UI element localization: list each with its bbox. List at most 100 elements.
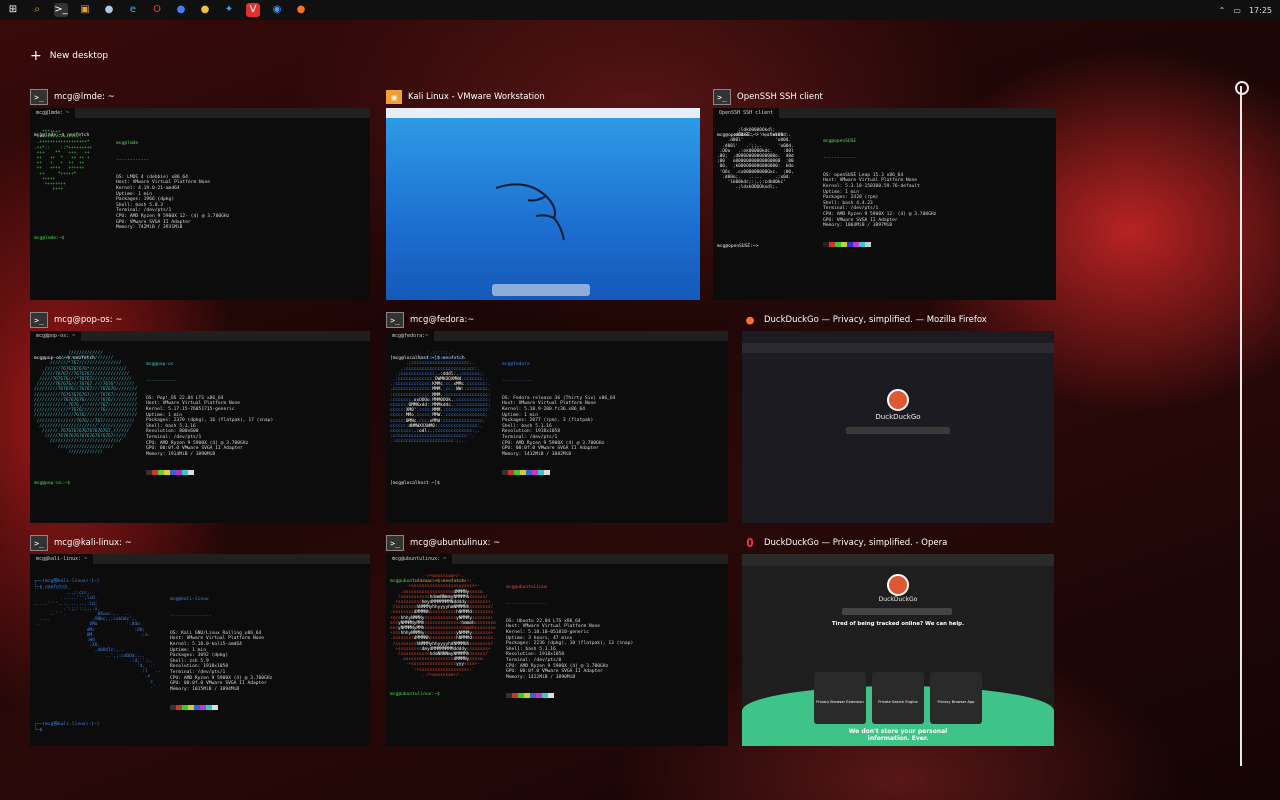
vmware-icon: ▣: [386, 90, 402, 104]
window-title: mcg@lmde: ~: [54, 92, 115, 102]
vmware-icon[interactable]: ▣: [78, 3, 92, 17]
window-kali-linux[interactable]: >_ mcg@kali-linux: ~ mcg@kali-linux: ~ ┌…: [30, 534, 370, 748]
timeline-knob[interactable]: [1235, 81, 1249, 95]
ddg-search-input[interactable]: [846, 427, 950, 434]
window-header: ▣ Kali Linux - VMware Workstation: [386, 88, 545, 106]
info-header: mcg@openSUSE: [823, 139, 857, 145]
terminal-icon: >_: [30, 89, 48, 105]
distro-logo: .............. ..,;:ccc,. ......''';lxO.…: [34, 586, 161, 690]
info-header: mcg@lmde: [116, 141, 139, 147]
window-thumbnail[interactable]: OpenSSH SSH client mcg@openSUSE:~> neofe…: [713, 108, 1056, 300]
window-opera-ddg[interactable]: O DuckDuckGo — Privacy, simplified. - Op…: [742, 534, 1054, 748]
kali-desktop: [386, 118, 700, 300]
timeline-track[interactable]: [1240, 86, 1242, 766]
terminal-body: mcg@lmde:~$ neofetch .***++++ ++++++++++…: [30, 118, 370, 241]
taskbar-icons: ⊞ ⌕ >_ ▣ ● e O ● ● ✦ V ◉ ●: [0, 3, 312, 17]
window-thumbnail[interactable]: mcg@lmde: ~ mcg@lmde:~$ neofetch .***+++…: [30, 108, 370, 300]
new-desktop-button[interactable]: + New desktop: [30, 48, 109, 64]
info-header: mcg@ubuntulinux: [506, 585, 548, 591]
window-thumbnail[interactable]: [386, 108, 700, 300]
terminal-tabbar: mcg@ubuntulinux: ~: [386, 554, 728, 564]
window-thumbnail[interactable]: mcg@pop-os: ~ mcg@pop-os:~$ neofetch ///…: [30, 331, 370, 523]
terminal-tabbar: mcg@kali-linux: ~: [30, 554, 370, 564]
terminal-prompt: mcg@openSUSE:~>: [717, 244, 759, 249]
window-openssh[interactable]: >_ OpenSSH SSH client OpenSSH SSH client…: [713, 88, 1056, 302]
window-title: mcg@pop-os: ~: [54, 315, 123, 325]
opera-icon[interactable]: O: [150, 3, 164, 17]
info-header: mcg@kali-linux: [170, 597, 209, 603]
chevron-up-icon[interactable]: ⌃: [1219, 6, 1226, 15]
window-thumbnail[interactable]: mcg@kali-linux: ~ ┌──(mcg㉿kali-linux)-[~…: [30, 554, 370, 746]
monitor-icon[interactable]: ▭: [1233, 6, 1241, 15]
blue-bird-icon[interactable]: ✦: [222, 3, 236, 17]
vivaldi-icon[interactable]: V: [246, 3, 260, 17]
info-lines: OS: LMDE 4 (debbie) x86_64 Host: VMware …: [116, 174, 230, 231]
safari-icon[interactable]: ◉: [270, 3, 284, 17]
search-icon[interactable]: ⌕: [30, 3, 44, 17]
firefox-dev-icon[interactable]: ●: [174, 3, 188, 17]
firefox-icon[interactable]: ●: [294, 3, 308, 17]
chrome-circle-icon[interactable]: ●: [102, 3, 116, 17]
kali-dragon-logo: [495, 183, 565, 241]
window-thumbnail[interactable]: DuckDuckGo Tired of being tracked online…: [742, 554, 1054, 746]
window-title: mcg@fedora:~: [410, 315, 475, 325]
window-header: >_ mcg@lmde: ~: [30, 88, 115, 106]
window-thumbnail[interactable]: DuckDuckGo: [742, 331, 1054, 523]
ddg-card[interactable]: Private Search Engine: [872, 672, 924, 724]
color-palette: [170, 705, 272, 711]
info-lines: OS: Ubuntu 22.04 LTS x86_64 Host: VMware…: [506, 618, 634, 680]
system-info: mcg@fedora ----------- OS: Fedora releas…: [502, 351, 615, 487]
terminal-prompt: mcg@ubuntulinux:~$: [390, 692, 440, 697]
window-header: O DuckDuckGo — Privacy, simplified. - Op…: [742, 534, 947, 552]
opera-tabbar: [742, 554, 1054, 566]
terminal-body: mcg@pop-os:~$ neofetch ///////////// ///…: [30, 341, 370, 486]
terminal-icon[interactable]: >_: [54, 3, 68, 17]
system-info: mcg@ubuntulinux --------------- OS: Ubun…: [506, 574, 633, 710]
info-header: mcg@fedora: [502, 362, 530, 368]
info-lines: OS: Kali GNU/Linux Rolling x86_64 Host: …: [170, 630, 273, 692]
new-desktop-label: New desktop: [49, 51, 109, 61]
terminal-prompt: [mcg@localhost ~]$: [390, 481, 440, 486]
window-pop-os[interactable]: >_ mcg@pop-os: ~ mcg@pop-os: ~ mcg@pop-o…: [30, 311, 370, 525]
duckduckgo-logo-icon: [887, 389, 909, 411]
window-firefox-ddg[interactable]: ● DuckDuckGo — Privacy, simplified. — Mo…: [742, 311, 1054, 525]
ddg-search-input[interactable]: [842, 608, 952, 615]
terminal-icon: >_: [713, 89, 731, 105]
system-info: mcg@pop-os ----------- OS: Pop!_OS 22.04…: [146, 351, 273, 487]
ddg-card[interactable]: Privacy Browser Extension: [814, 672, 866, 724]
window-thumbnail[interactable]: mcg@fedora:~ [mcg@localhost ~]$ neofetch…: [386, 331, 728, 523]
window-header: >_ mcg@fedora:~: [386, 311, 474, 329]
yellow-app-icon[interactable]: ●: [198, 3, 212, 17]
terminal-tab: OpenSSH SSH client: [713, 108, 780, 118]
distro-logo: ;ldkO0000Okdl; .;d00xl:,'''',:lxk00d;. .…: [717, 128, 794, 191]
window-thumbnail[interactable]: mcg@ubuntulinux: ~ mcg@ubuntulinux:~$ ne…: [386, 554, 728, 746]
window-kali-vmware[interactable]: ▣ Kali Linux - VMware Workstation: [386, 88, 700, 302]
system-info: mcg@openSUSE ------------ OS: openSUSE L…: [823, 128, 936, 258]
system-info: mcg@lmde ------------ OS: LMDE 4 (debbie…: [116, 141, 230, 231]
windows-start-icon[interactable]: ⊞: [6, 3, 20, 17]
window-title: mcg@ubuntulinux: ~: [410, 538, 501, 548]
firefox-tabbar: [742, 331, 1054, 343]
terminal-body: [mcg@localhost ~]$ neofetch .',;::::;,'.…: [386, 341, 728, 486]
window-header: >_ OpenSSH SSH client: [713, 88, 823, 106]
window-header: >_ mcg@kali-linux: ~: [30, 534, 132, 552]
distro-logo: ///////////// ///////////////////// ////…: [34, 351, 138, 455]
clock-time[interactable]: 17:25: [1249, 6, 1272, 15]
terminal-icon: >_: [30, 312, 48, 328]
plus-icon: +: [30, 48, 42, 64]
ddg-card[interactable]: Privacy Browser App: [930, 672, 982, 724]
edge-icon[interactable]: e: [126, 3, 140, 17]
info-lines: OS: Fedora release 36 (Thirty Six) x86_6…: [502, 395, 616, 457]
terminal-tab: mcg@fedora:~: [386, 331, 435, 341]
distro-logo: .-/+oossssoo+/-. `:+ssssssssssssssssss+:…: [390, 574, 496, 678]
terminal-tabbar: mcg@lmde: ~: [30, 108, 370, 118]
terminal-tab: mcg@pop-os: ~: [30, 331, 82, 341]
terminal-tab: mcg@ubuntulinux: ~: [386, 554, 453, 564]
window-title: Kali Linux - VMware Workstation: [408, 92, 545, 102]
window-fedora[interactable]: >_ mcg@fedora:~ mcg@fedora:~ [mcg@localh…: [386, 311, 728, 525]
color-palette: [506, 693, 633, 699]
window-ubuntu[interactable]: >_ mcg@ubuntulinux: ~ mcg@ubuntulinux: ~…: [386, 534, 728, 748]
firefox-icon: ●: [746, 312, 754, 328]
terminal-tab: mcg@lmde: ~: [30, 108, 76, 118]
window-lmde[interactable]: >_ mcg@lmde: ~ mcg@lmde: ~ mcg@lmde:~$ n…: [30, 88, 370, 302]
